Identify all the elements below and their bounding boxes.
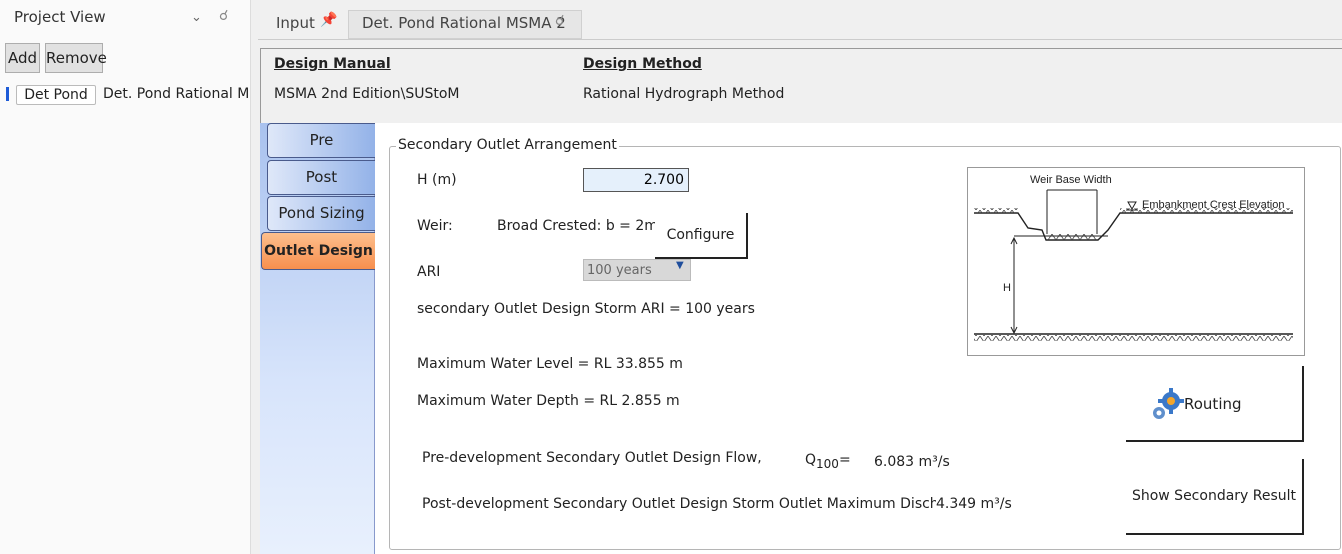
chevron-down-icon[interactable]: ⌄ — [191, 10, 202, 25]
tab-pond-sizing[interactable]: Pond Sizing — [267, 196, 375, 231]
design-method-header: Design Method — [583, 56, 702, 72]
tab-outlet-design[interactable]: Outlet Design — [261, 232, 375, 270]
gears-icon[interactable] — [1150, 388, 1184, 426]
configure-button[interactable]: Configure — [655, 213, 748, 259]
h-input[interactable] — [583, 168, 689, 192]
q-symbol: Q — [805, 452, 817, 468]
tree-item-chip[interactable]: Det Pond — [16, 85, 96, 105]
post-flow-label: Post-development Secondary Outlet Design… — [422, 496, 936, 512]
q-equals: = — [838, 452, 851, 468]
pre-flow-label: Pre-development Secondary Outlet Design … — [422, 450, 762, 466]
post-flow-value: 4.349 m³/s — [936, 496, 1012, 512]
h-label: H (m) — [417, 172, 457, 188]
design-storm-text: secondary Outlet Design Storm ARI = 100 … — [417, 301, 755, 317]
tab-post[interactable]: Post — [267, 160, 375, 195]
pin-icon[interactable]: ☌ — [219, 8, 228, 24]
tab-pre[interactable]: Pre — [267, 123, 375, 158]
design-manual-value: MSMA 2nd Edition\SUStoM — [274, 86, 460, 102]
weir-label: Weir: — [417, 218, 453, 234]
max-water-level-text: Maximum Water Level = RL 33.855 m — [417, 356, 683, 372]
dropdown-arrow-icon[interactable]: ▼ — [676, 260, 684, 271]
tab-input[interactable]: Input — [262, 10, 360, 37]
ari-select[interactable]: 100 years — [583, 259, 691, 281]
selection-marker — [6, 87, 9, 101]
q-subscript: 100 — [816, 456, 839, 471]
routing-label[interactable]: Routing — [1184, 395, 1242, 413]
weir-description: Broad Crested: b = 2m — [497, 218, 658, 234]
tree-item-label[interactable]: Det. Pond Rational MS — [103, 86, 250, 102]
remove-button[interactable]: Remove — [45, 43, 107, 73]
project-view-panel — [0, 0, 251, 554]
tab-det-pond-label[interactable]: Det. Pond Rational MSMA 2 — [362, 14, 566, 32]
pin-icon[interactable]: ☌ — [555, 13, 564, 29]
show-secondary-result-button[interactable]: Show Secondary Result — [1126, 459, 1304, 535]
add-button[interactable]: Add — [5, 43, 40, 73]
max-water-depth-text: Maximum Water Depth = RL 2.855 m — [417, 393, 680, 409]
weir-base-label: Weir Base Width — [1030, 174, 1112, 186]
group-title: Secondary Outlet Arrangement — [396, 137, 619, 153]
q100-label: Q100= — [805, 452, 851, 471]
ari-label: ARI — [417, 264, 441, 280]
project-view-title: Project View — [14, 8, 106, 26]
weir-diagram: Weir Base Width Embankment Crest Elevati… — [967, 167, 1305, 356]
crest-label: Embankment Crest Elevation — [1142, 199, 1284, 211]
design-method-value: Rational Hydrograph Method — [583, 86, 785, 102]
pin-icon[interactable]: 📌 — [320, 12, 337, 28]
diagram-h-label: H — [1003, 282, 1011, 294]
pre-flow-value: 6.083 m³/s — [874, 454, 950, 470]
design-manual-header: Design Manual — [274, 56, 391, 72]
